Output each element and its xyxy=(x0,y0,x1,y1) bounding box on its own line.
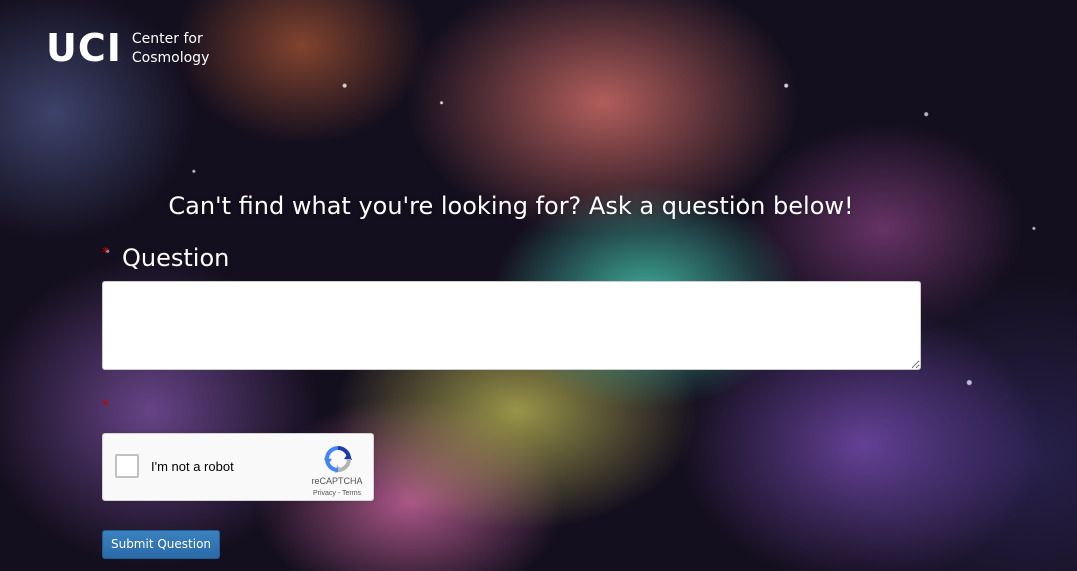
captcha-terms-link[interactable]: Terms xyxy=(342,490,361,497)
captcha-checkbox[interactable] xyxy=(115,454,139,478)
required-marker-captcha: * xyxy=(102,398,109,414)
captcha-links: Privacy - Terms xyxy=(299,489,375,498)
recaptcha-logo-icon xyxy=(324,446,352,473)
logo-text-line1: Center for xyxy=(131,31,203,47)
captcha-privacy-link[interactable]: Privacy xyxy=(313,490,336,497)
question-prompt: Can't find what you're looking for? Ask … xyxy=(168,192,854,220)
logo-text-line2: Cosmology xyxy=(131,50,210,66)
required-marker-question: * xyxy=(102,245,109,261)
captcha-label: I'm not a robot xyxy=(151,459,234,474)
captcha-brand: reCAPTCHA xyxy=(311,476,363,486)
uci-cosmology-logo[interactable]: UCI Center for Cosmology xyxy=(46,28,209,68)
logo-text: Center for Cosmology xyxy=(132,30,209,68)
logo-mark: UCI xyxy=(46,26,122,70)
question-label: Question xyxy=(122,244,230,272)
recaptcha-widget: I'm not a robot reCAPTCHA Privacy - Term… xyxy=(102,433,374,501)
question-textarea[interactable] xyxy=(102,281,921,370)
submit-question-button[interactable]: Submit Question xyxy=(102,530,220,559)
